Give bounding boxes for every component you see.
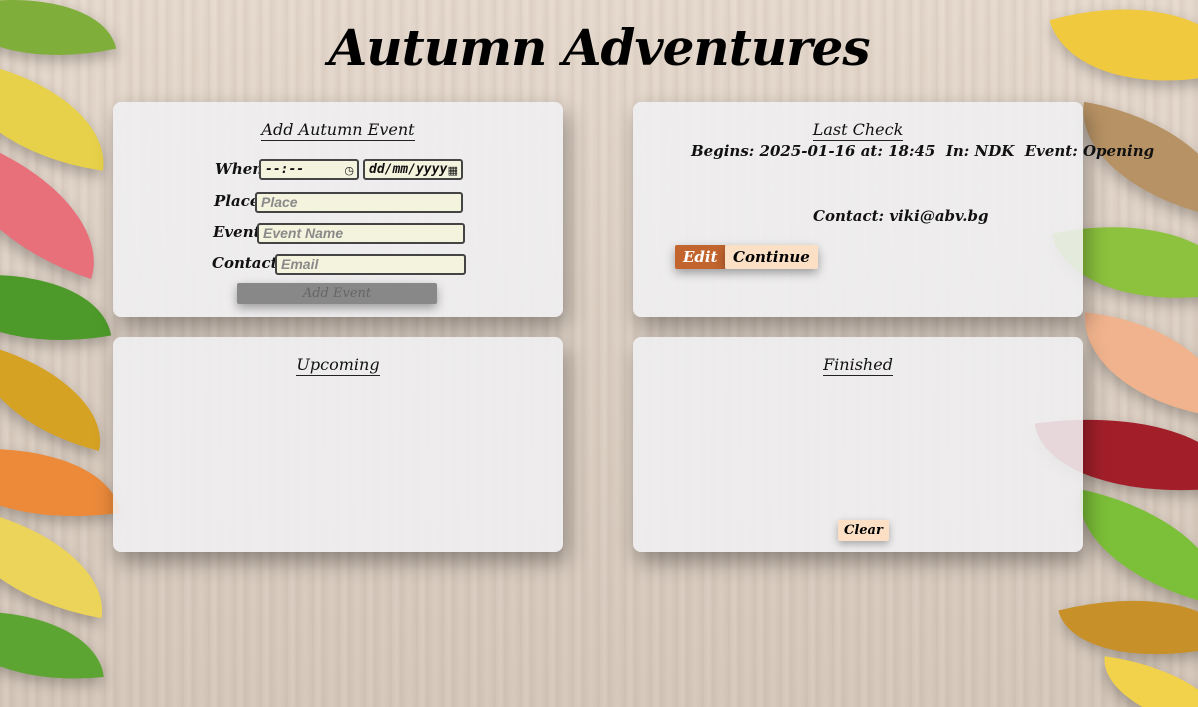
finished-heading: Finished	[823, 355, 893, 376]
event-placeholder: Event Name	[263, 225, 344, 241]
clock-icon[interactable]: ◷	[344, 163, 354, 178]
calendar-icon[interactable]: ▦	[448, 163, 458, 178]
place-input[interactable]: Place	[255, 192, 463, 213]
clear-button[interactable]: Clear	[838, 520, 889, 541]
place-placeholder: Place	[261, 194, 298, 210]
leaf-decoration	[1062, 489, 1198, 606]
time-placeholder: --:--	[265, 162, 305, 177]
last-check-heading: Last Check	[812, 120, 904, 141]
last-check-panel: Last Check Begins: 2025-01-16 at: 18:45 …	[633, 102, 1154, 317]
date-placeholder: dd/mm/yyyy	[369, 162, 448, 177]
continue-button[interactable]: Continue	[725, 245, 818, 269]
upcoming-panel: Upcoming	[113, 337, 563, 552]
edit-button[interactable]: Edit	[675, 245, 726, 269]
leaf-decoration	[0, 506, 117, 619]
leaf-decoration	[1068, 101, 1198, 219]
finished-panel: Finished Clear	[633, 337, 1083, 552]
leaf-decoration	[1096, 656, 1198, 707]
leaf-decoration	[0, 344, 117, 451]
email-input[interactable]: Email	[275, 254, 466, 275]
page-title: Autumn Adventures	[328, 18, 871, 77]
email-placeholder: Email	[281, 256, 319, 272]
last-check-contact: Contact: viki@abv.bg	[813, 207, 989, 225]
time-input[interactable]: --:-- ◷	[259, 159, 359, 180]
leaf-decoration	[1075, 312, 1198, 418]
event-name-input[interactable]: Event Name	[257, 223, 465, 244]
leaf-decoration	[0, 251, 112, 364]
leaf-decoration	[0, 428, 121, 537]
add-event-heading: Add Autumn Event	[261, 120, 415, 141]
upcoming-heading: Upcoming	[296, 355, 380, 376]
date-input[interactable]: dd/mm/yyyy ▦	[363, 159, 463, 180]
last-check-details: Begins: 2025-01-16 at: 18:45 In: NDK Eve…	[691, 142, 1155, 160]
add-event-panel: Add Autumn Event When: --:-- ◷ dd/mm/yyy…	[113, 102, 563, 317]
add-event-button[interactable]: Add Event	[237, 283, 437, 304]
